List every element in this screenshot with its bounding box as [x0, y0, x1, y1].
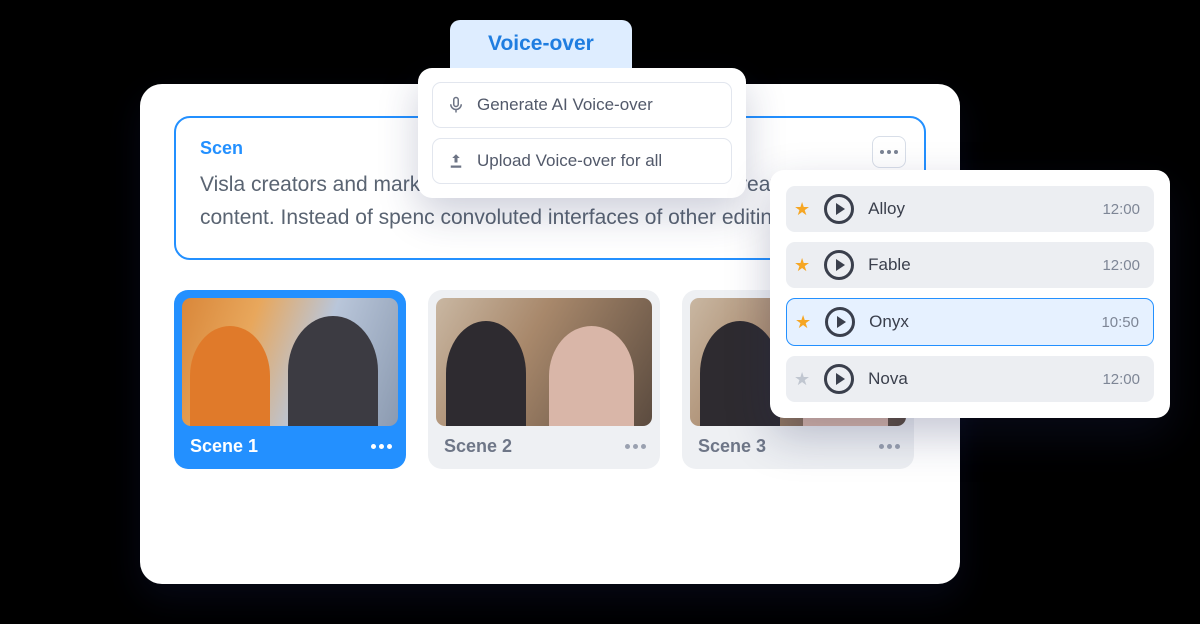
more-icon — [880, 150, 898, 154]
voice-duration: 12:00 — [1102, 201, 1140, 218]
star-icon[interactable]: ★ — [794, 199, 810, 220]
scene-label: Scene 3 — [698, 436, 766, 457]
scene-more-button[interactable] — [625, 444, 646, 449]
voice-duration: 12:00 — [1102, 257, 1140, 274]
voice-duration: 12:00 — [1102, 371, 1140, 388]
upload-icon — [447, 152, 465, 170]
voice-duration: 10:50 — [1101, 314, 1139, 331]
generate-ai-voiceover-label: Generate AI Voice-over — [477, 95, 653, 115]
scene-label: Scene 2 — [444, 436, 512, 457]
generate-ai-voiceover-button[interactable]: Generate AI Voice-over — [432, 82, 732, 128]
scene-more-button[interactable] — [371, 444, 392, 449]
star-icon[interactable]: ★ — [795, 312, 811, 333]
voice-row-onyx[interactable]: ★ Onyx 10:50 — [786, 298, 1154, 346]
play-button[interactable] — [824, 194, 854, 224]
scene-label: Scene 1 — [190, 436, 258, 457]
play-button[interactable] — [824, 364, 854, 394]
voice-name: Onyx — [869, 312, 1087, 332]
voice-name: Fable — [868, 255, 1088, 275]
voice-name: Alloy — [868, 199, 1088, 219]
scene-thumbnail — [436, 298, 652, 426]
upload-voiceover-button[interactable]: Upload Voice-over for all — [432, 138, 732, 184]
voice-row-nova[interactable]: ★ Nova 12:00 — [786, 356, 1154, 402]
scene-thumbnail — [182, 298, 398, 426]
scene-card-2[interactable]: Scene 2 — [428, 290, 660, 469]
play-button[interactable] — [825, 307, 855, 337]
scene-more-button[interactable] — [879, 444, 900, 449]
scene-text-more-button[interactable] — [872, 136, 906, 168]
voiceover-panel: Generate AI Voice-over Upload Voice-over… — [418, 68, 746, 198]
star-icon[interactable]: ★ — [794, 255, 810, 276]
voice-name: Nova — [868, 369, 1088, 389]
voice-row-alloy[interactable]: ★ Alloy 12:00 — [786, 186, 1154, 232]
microphone-icon — [447, 96, 465, 114]
voice-row-fable[interactable]: ★ Fable 12:00 — [786, 242, 1154, 288]
star-icon[interactable]: ★ — [794, 369, 810, 390]
upload-voiceover-label: Upload Voice-over for all — [477, 151, 662, 171]
voice-list-panel: ★ Alloy 12:00 ★ Fable 12:00 ★ Onyx 10:50… — [770, 170, 1170, 418]
play-button[interactable] — [824, 250, 854, 280]
scene-card-1[interactable]: Scene 1 — [174, 290, 406, 469]
voiceover-tab[interactable]: Voice-over — [450, 20, 632, 68]
